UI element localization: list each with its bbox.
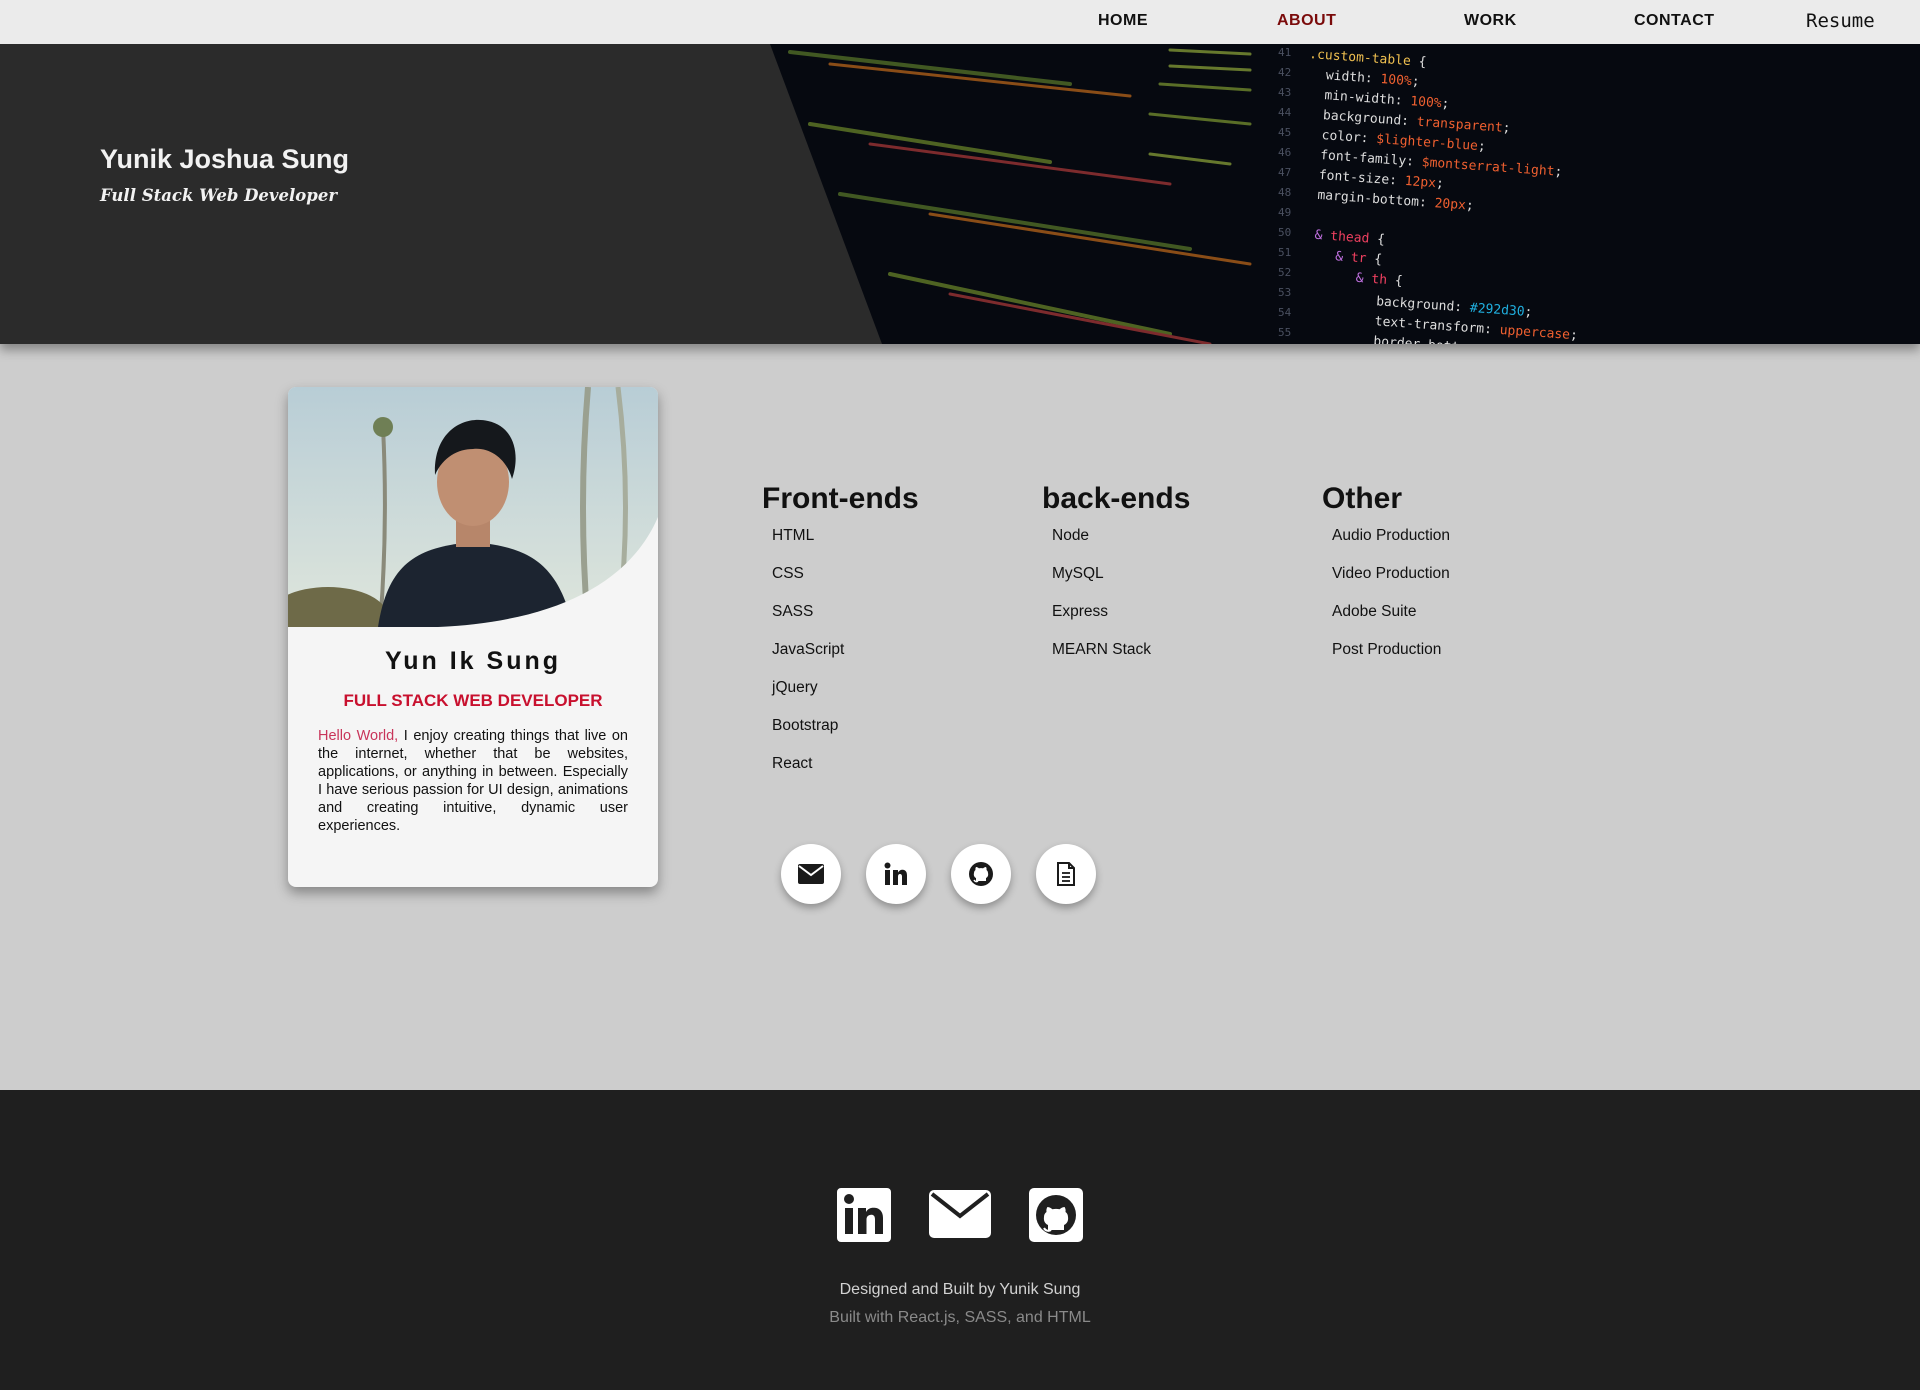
skill-item: Node bbox=[1052, 527, 1090, 544]
skill-item: Adobe Suite bbox=[1332, 603, 1417, 620]
svg-text:41: 41 bbox=[1278, 46, 1291, 59]
skill-item: CSS bbox=[772, 565, 804, 582]
hero-subtitle: Full Stack Web Developer bbox=[100, 186, 338, 205]
linkedin-icon[interactable] bbox=[837, 1188, 891, 1242]
linkedin-button[interactable] bbox=[866, 844, 926, 904]
nav-contact-link[interactable]: CONTACT bbox=[1634, 0, 1715, 44]
linkedin-icon bbox=[884, 862, 907, 885]
footer bbox=[0, 1090, 1920, 1390]
svg-text:53: 53 bbox=[1278, 286, 1291, 299]
svg-text:54: 54 bbox=[1278, 306, 1292, 319]
profile-bio: Hello World, I enjoy creating things tha… bbox=[318, 727, 628, 835]
svg-text:55: 55 bbox=[1278, 326, 1291, 339]
skill-item: MySQL bbox=[1052, 565, 1104, 582]
document-icon bbox=[1057, 862, 1075, 886]
svg-text:46: 46 bbox=[1278, 146, 1291, 159]
svg-text:45: 45 bbox=[1278, 126, 1291, 139]
skill-item: React bbox=[772, 755, 813, 772]
resume-document-button[interactable] bbox=[1036, 844, 1096, 904]
svg-text:51: 51 bbox=[1278, 246, 1291, 259]
code-background-image: 414243 444546 474849 505152 535455 .cust… bbox=[750, 44, 1920, 344]
svg-text:42: 42 bbox=[1278, 66, 1291, 79]
footer-built-with: Built with React.js, SASS, and HTML bbox=[829, 1309, 1091, 1326]
skill-item: Post Production bbox=[1332, 641, 1442, 658]
hero-banner: 41 42 43 44 45 46 47 48 49 50 51 52 53 54 55 .cust… bbox=[0, 44, 1920, 344]
github-icon bbox=[969, 862, 993, 886]
skill-item: MEARN Stack bbox=[1052, 641, 1152, 658]
profile-name: Yun Ik Sung bbox=[384, 647, 562, 675]
envelope-icon[interactable] bbox=[929, 1190, 991, 1238]
svg-text:47: 47 bbox=[1278, 166, 1291, 179]
bio-greeting: Hello World, bbox=[318, 728, 399, 744]
skills-frontends-title: Front-ends bbox=[762, 482, 919, 515]
svg-text:49: 49 bbox=[1278, 206, 1291, 219]
skills-other-title: Other bbox=[1322, 482, 1403, 515]
skill-item: Bootstrap bbox=[772, 717, 839, 734]
profile-role: FULL STACK WEB DEVELOPER bbox=[343, 691, 603, 710]
hero-name: Yunik Joshua Sung bbox=[100, 144, 350, 174]
github-button[interactable] bbox=[951, 844, 1011, 904]
skill-item: jQuery bbox=[772, 679, 818, 696]
skill-item: JavaScript bbox=[772, 641, 845, 658]
svg-text:50: 50 bbox=[1278, 226, 1291, 239]
skill-item: Video Production bbox=[1332, 565, 1450, 582]
svg-text:52: 52 bbox=[1278, 266, 1291, 279]
skills-backends-title: back-ends bbox=[1042, 482, 1191, 515]
nav-home-link[interactable]: HOME bbox=[1098, 0, 1148, 44]
profile-card: Yun Ik Sung FULL STACK WEB DEVELOPER Hel… bbox=[288, 387, 658, 887]
profile-photo bbox=[288, 387, 658, 627]
skill-item: Audio Production bbox=[1332, 527, 1451, 544]
nav-work-link[interactable]: WORK bbox=[1464, 0, 1517, 44]
svg-text:48: 48 bbox=[1278, 186, 1291, 199]
svg-text:44: 44 bbox=[1278, 106, 1292, 119]
skill-item: SASS bbox=[772, 603, 814, 620]
nav-about-link[interactable]: ABOUT bbox=[1277, 0, 1336, 44]
email-button[interactable] bbox=[781, 844, 841, 904]
github-icon[interactable] bbox=[1029, 1188, 1083, 1242]
top-nav: HOME ABOUT WORK CONTACT Resume bbox=[0, 0, 1920, 44]
nav-resume-link[interactable]: Resume bbox=[1806, 0, 1875, 44]
envelope-icon bbox=[798, 864, 824, 884]
svg-text:43: 43 bbox=[1278, 86, 1291, 99]
skill-item: HTML bbox=[772, 527, 815, 544]
footer-credit: Designed and Built by Yunik Sung bbox=[839, 1281, 1081, 1298]
skill-item: Express bbox=[1052, 603, 1108, 620]
